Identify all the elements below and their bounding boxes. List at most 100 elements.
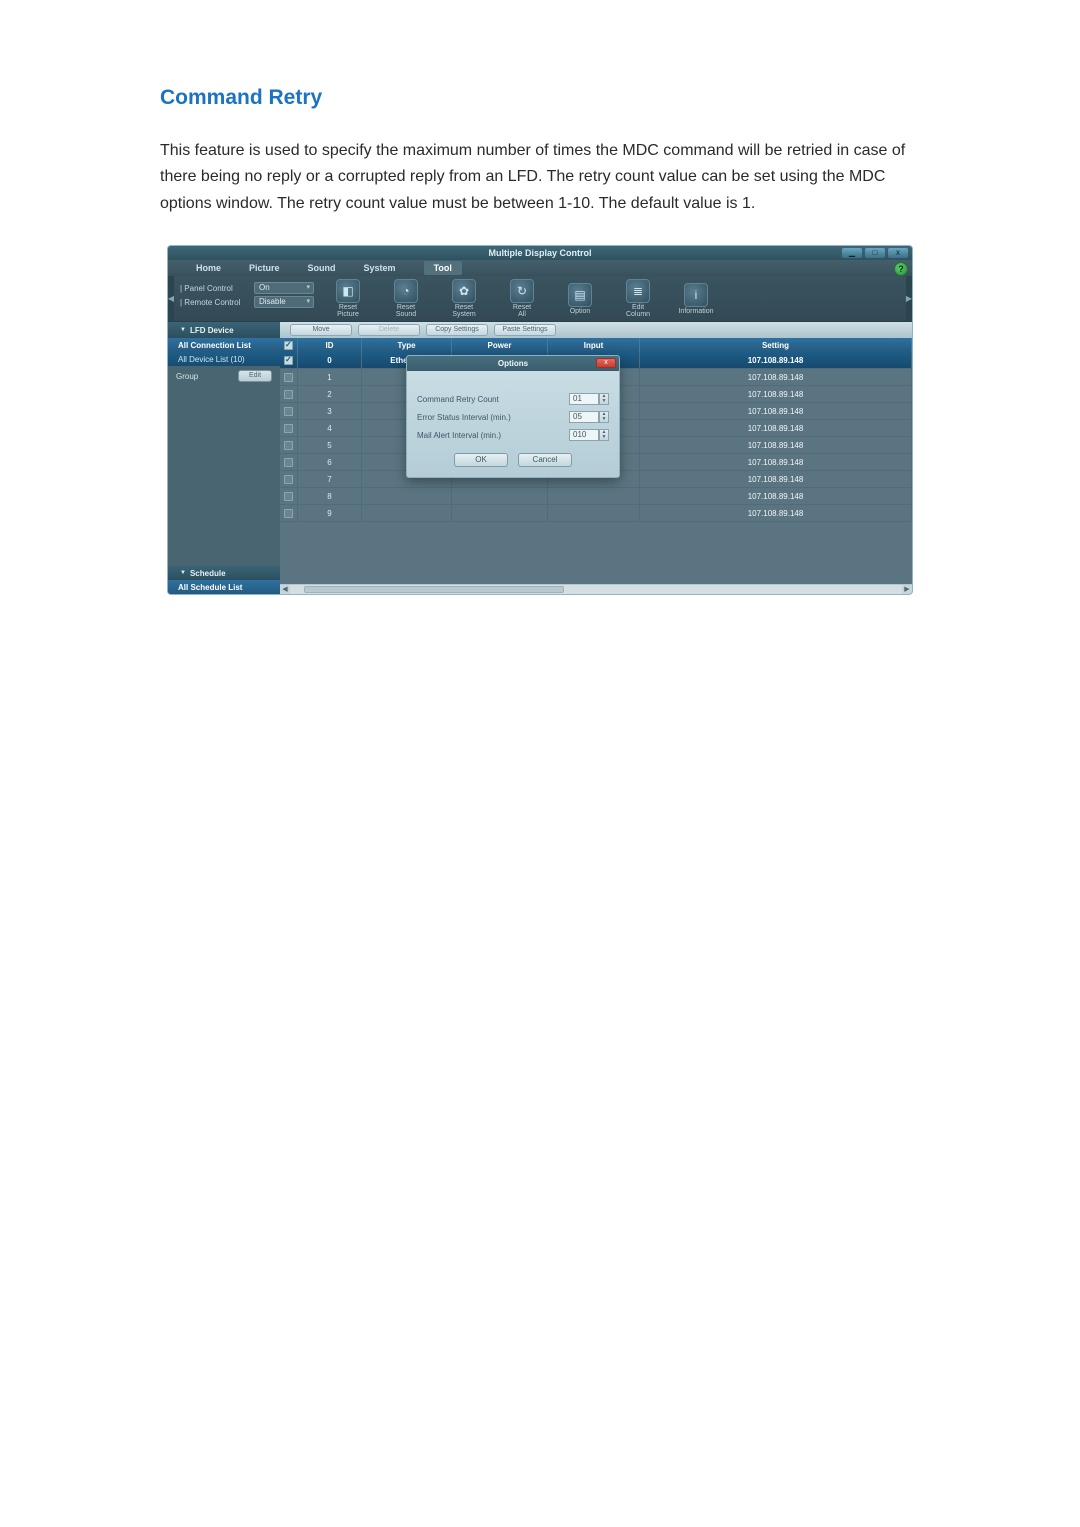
titlebar: Multiple Display Control ▁ □ x <box>168 246 912 260</box>
edit-column-button[interactable]: ≣Edit Column <box>616 279 660 318</box>
scroll-right-icon[interactable]: ▶ <box>902 585 912 595</box>
reset-all-button[interactable]: ↻Reset All <box>500 279 544 318</box>
dialog-titlebar: Options x <box>407 356 619 371</box>
reset-all-label: Reset All <box>513 304 531 318</box>
menu-sound[interactable]: Sound <box>308 263 336 273</box>
checkbox-icon <box>284 356 293 365</box>
col-setting[interactable]: Setting <box>640 338 912 352</box>
row-id: 4 <box>298 420 362 436</box>
scroll-left-icon[interactable]: ◀ <box>280 585 290 595</box>
ok-button[interactable]: OK <box>454 453 508 467</box>
row-id: 5 <box>298 437 362 453</box>
dialog-close-button[interactable]: x <box>596 358 616 368</box>
row-checkbox[interactable] <box>280 352 298 368</box>
checkbox-icon <box>284 458 293 467</box>
reset-picture-label: Reset Picture <box>337 304 359 318</box>
row-type <box>362 505 452 521</box>
row-id: 3 <box>298 403 362 419</box>
table-row[interactable]: 9107.108.89.148 <box>280 505 912 522</box>
error-status-interval-spinner[interactable]: 05▲▼ <box>569 411 609 423</box>
menu-tool[interactable]: Tool <box>424 261 462 275</box>
row-checkbox[interactable] <box>280 386 298 402</box>
reset-system-button[interactable]: ✿Reset System <box>442 279 486 318</box>
row-checkbox[interactable] <box>280 437 298 453</box>
mail-alert-interval-spinner[interactable]: 010▲▼ <box>569 429 609 441</box>
all-schedule-list[interactable]: All Schedule List <box>168 580 280 594</box>
minimize-button[interactable]: ▁ <box>842 248 862 258</box>
row-input <box>548 488 640 504</box>
command-retry-count-value[interactable]: 01 <box>569 393 599 405</box>
chevron-down-icon: ▼ <box>180 327 186 333</box>
dialog-buttons: OK Cancel <box>417 453 609 467</box>
menu-home[interactable]: Home <box>196 263 221 273</box>
mail-alert-interval-value[interactable]: 010 <box>569 429 599 441</box>
menubar: Home Picture Sound System Tool <box>168 260 912 276</box>
reset-system-label: Reset System <box>452 304 475 318</box>
maximize-button[interactable]: □ <box>865 248 885 258</box>
horizontal-scrollbar[interactable]: ◀ ▶ <box>280 584 912 594</box>
information-button[interactable]: iInformation <box>674 283 718 315</box>
col-type[interactable]: Type <box>362 338 452 352</box>
table-header: ID Type Power Input Setting <box>280 338 912 352</box>
reset-all-icon: ↻ <box>510 279 534 303</box>
schedule-header[interactable]: ▼ Schedule <box>168 566 280 580</box>
scroll-right-icon[interactable]: ▶ <box>906 276 912 321</box>
row-checkbox[interactable] <box>280 369 298 385</box>
row-id: 9 <box>298 505 362 521</box>
row-checkbox[interactable] <box>280 403 298 419</box>
chevron-down-icon: ▼ <box>600 435 608 440</box>
reset-system-icon: ✿ <box>452 279 476 303</box>
col-checkbox[interactable] <box>280 338 298 352</box>
command-retry-count-label: Command Retry Count <box>417 395 499 404</box>
error-status-interval-stepper[interactable]: ▲▼ <box>599 411 609 423</box>
all-device-list[interactable]: All Device List (10) <box>168 352 280 366</box>
scroll-thumb[interactable] <box>304 586 564 593</box>
chevron-down-icon: ▼ <box>600 417 608 422</box>
row-checkbox[interactable] <box>280 420 298 436</box>
col-power[interactable]: Power <box>452 338 548 352</box>
option-button[interactable]: ▤Option <box>558 283 602 315</box>
all-connection-list[interactable]: All Connection List <box>168 338 280 352</box>
close-button[interactable]: x <box>888 248 908 258</box>
col-input[interactable]: Input <box>548 338 640 352</box>
mail-alert-interval-stepper[interactable]: ▲▼ <box>599 429 609 441</box>
row-setting: 107.108.89.148 <box>640 488 912 504</box>
checkbox-icon <box>284 390 293 399</box>
col-id[interactable]: ID <box>298 338 362 352</box>
reset-picture-button[interactable]: ◧Reset Picture <box>326 279 370 318</box>
paste-settings-button[interactable]: Paste Settings <box>494 324 556 336</box>
reset-sound-button[interactable]: ◔Reset Sound <box>384 279 428 318</box>
section-heading: Command Retry <box>160 86 920 110</box>
move-button[interactable]: Move <box>290 324 352 336</box>
table-row[interactable]: 8107.108.89.148 <box>280 488 912 505</box>
row-setting: 107.108.89.148 <box>640 369 912 385</box>
row-setting: 107.108.89.148 <box>640 471 912 487</box>
row-setting: 107.108.89.148 <box>640 352 912 368</box>
copy-settings-button[interactable]: Copy Settings <box>426 324 488 336</box>
error-status-interval-value[interactable]: 05 <box>569 411 599 423</box>
reset-sound-icon: ◔ <box>394 279 418 303</box>
row-checkbox[interactable] <box>280 505 298 521</box>
row-checkbox[interactable] <box>280 454 298 470</box>
row-setting: 107.108.89.148 <box>640 437 912 453</box>
dialog-body: Command Retry Count01▲▼Error Status Inte… <box>407 371 619 477</box>
checkbox-icon <box>284 341 293 350</box>
row-checkbox[interactable] <box>280 488 298 504</box>
lfd-device-header[interactable]: ▼ LFD Device <box>168 322 280 338</box>
row-checkbox[interactable] <box>280 471 298 487</box>
group-edit-button[interactable]: Edit <box>238 370 272 382</box>
menu-system[interactable]: System <box>364 263 396 273</box>
section-paragraph: This feature is used to specify the maxi… <box>160 138 920 217</box>
remote-control-select[interactable]: Disable <box>254 296 314 308</box>
panel-control-select[interactable]: On <box>254 282 314 294</box>
information-label: Information <box>678 308 713 315</box>
menu-picture[interactable]: Picture <box>249 263 280 273</box>
checkbox-icon <box>284 424 293 433</box>
schedule-label: Schedule <box>190 569 226 578</box>
row-power <box>452 505 548 521</box>
row-type <box>362 488 452 504</box>
cancel-button[interactable]: Cancel <box>518 453 572 467</box>
command-retry-count-spinner[interactable]: 01▲▼ <box>569 393 609 405</box>
command-retry-count-stepper[interactable]: ▲▼ <box>599 393 609 405</box>
chevron-down-icon: ▼ <box>180 570 186 576</box>
